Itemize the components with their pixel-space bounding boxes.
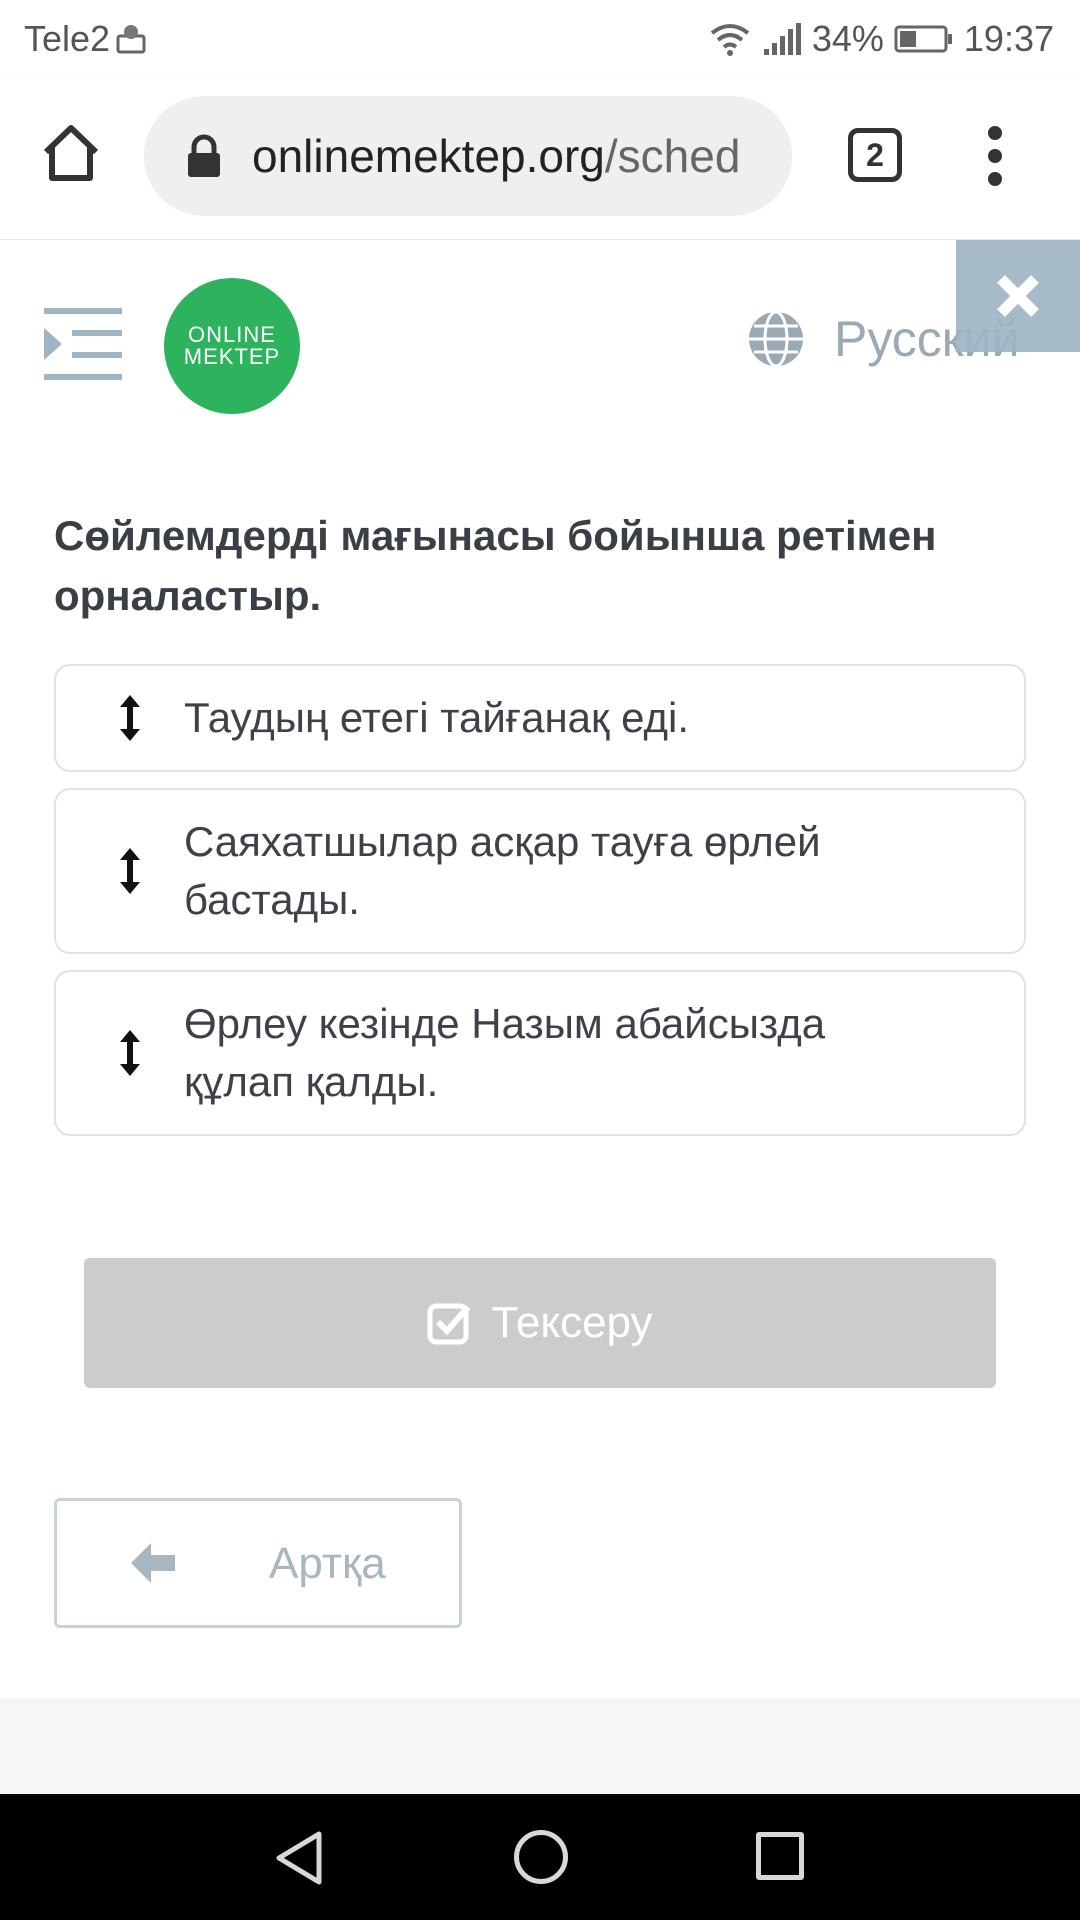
back-button-label: Артқа xyxy=(269,1539,386,1588)
overflow-menu-icon[interactable] xyxy=(980,126,1010,186)
lock-icon xyxy=(188,134,220,177)
url-bar[interactable]: onlinemektep.org/sched xyxy=(144,96,792,216)
sortable-item[interactable]: Таудың етегі тайғанақ еді. xyxy=(54,664,1026,772)
sim-icon xyxy=(116,25,146,54)
status-right: 34% 19:37 xyxy=(708,18,1054,60)
battery-icon xyxy=(894,25,952,53)
arrow-left-icon xyxy=(131,1543,175,1583)
sortable-item[interactable]: Өрлеу кезінде Назым абайсызда құлап қалд… xyxy=(54,970,1026,1136)
logo[interactable]: ONLINE MEKTEP xyxy=(164,278,300,414)
close-button[interactable] xyxy=(956,240,1080,352)
sidebar-toggle-icon[interactable] xyxy=(44,308,122,382)
browser-toolbar: onlinemektep.org/sched 2 xyxy=(0,76,1080,240)
signal-icon xyxy=(763,23,801,55)
home-icon[interactable] xyxy=(40,122,102,184)
check-button[interactable]: Тексеру xyxy=(84,1258,996,1388)
system-navigation-bar xyxy=(0,1794,1080,1920)
sortable-item[interactable]: Саяхатшылар асқар тауға өрлей бастады. xyxy=(54,788,1026,954)
tab-switcher-button[interactable]: 2 xyxy=(848,128,902,182)
exercise-title: Сөйлемдерді мағынасы бойынша ретімен орн… xyxy=(54,512,937,619)
nav-recents-icon[interactable] xyxy=(756,1832,804,1880)
logo-line-2: MEKTEP xyxy=(183,344,281,369)
drag-handle-icon[interactable] xyxy=(118,693,142,743)
wifi-icon xyxy=(710,24,750,56)
battery-percent: 34% xyxy=(811,18,884,59)
logo-line-1: ONLINE xyxy=(188,322,276,347)
page-content: ONLINE MEKTEP Русский Сөйлемдерді мағына… xyxy=(0,240,1080,1698)
tab-count: 2 xyxy=(866,136,884,173)
nav-home-icon[interactable] xyxy=(514,1830,568,1884)
close-icon xyxy=(997,275,1039,317)
url-path: /sched xyxy=(604,130,741,182)
clock: 19:37 xyxy=(963,18,1054,59)
url-domain: onlinemektep.org xyxy=(252,130,605,182)
carrier-name: Tele2 xyxy=(24,18,111,59)
check-button-label: Тексеру xyxy=(491,1298,653,1347)
sortable-item-text: Өрлеу кезінде Назым абайсызда құлап қалд… xyxy=(184,1000,826,1105)
sortable-item-text: Саяхатшылар асқар тауға өрлей бастады. xyxy=(184,818,821,923)
carrier-group: Tele2 xyxy=(24,18,148,60)
drag-handle-icon[interactable] xyxy=(118,1028,142,1078)
nav-back-icon[interactable] xyxy=(274,1830,324,1886)
globe-icon xyxy=(749,310,803,368)
checkbox-checked-icon xyxy=(427,1303,471,1345)
sortable-item-text: Таудың етегі тайғанақ еді. xyxy=(184,694,690,741)
back-button[interactable]: Артқа xyxy=(54,1498,462,1628)
drag-handle-icon[interactable] xyxy=(118,846,142,896)
status-bar: Tele2 34% 19:37 xyxy=(0,0,1080,76)
